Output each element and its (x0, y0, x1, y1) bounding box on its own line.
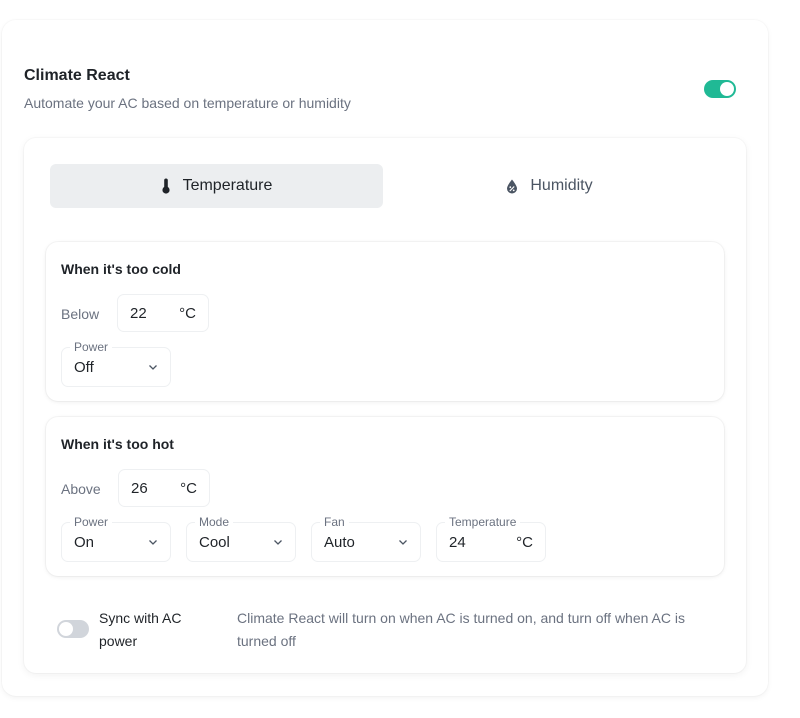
tab-humidity-label: Humidity (530, 177, 593, 194)
sync-description: Climate React will turn on when AC is tu… (237, 610, 685, 649)
too-hot-title: When it's too hot (61, 436, 174, 452)
tab-temperature[interactable]: Temperature (50, 164, 383, 208)
above-label: Above (61, 481, 101, 497)
too-cold-section: When it's too cold Below 22 °C Power Off (46, 242, 724, 401)
hot-temperature-input[interactable]: Temperature 24 °C (436, 515, 546, 562)
below-label: Below (61, 306, 100, 322)
hot-power-select[interactable]: Power On (61, 515, 171, 562)
unit-label: °C (516, 534, 533, 551)
power-value: Off (74, 359, 94, 376)
power-value: On (74, 534, 95, 551)
power-label: Power (70, 340, 113, 354)
toggle-knob (720, 82, 734, 96)
fan-value: Auto (324, 534, 355, 551)
unit-label: °C (180, 479, 197, 497)
settings-panel (24, 138, 746, 673)
temperature-value: 24 (449, 534, 466, 551)
hot-mode-select[interactable]: Mode Cool (186, 515, 296, 562)
below-temperature-input[interactable]: 22 °C (117, 294, 209, 332)
humidity-drop-icon (507, 179, 518, 193)
mode-value: Cool (199, 534, 230, 551)
unit-label: °C (179, 304, 196, 322)
chevron-down-icon (399, 540, 407, 545)
too-hot-section: When it's too hot Above 26 °C Power On M… (46, 417, 724, 576)
above-temperature-input[interactable]: 26 °C (118, 469, 210, 507)
sync-ac-power-toggle[interactable] (57, 620, 89, 638)
tab-humidity[interactable]: Humidity (383, 164, 716, 208)
fan-label: Fan (320, 515, 349, 529)
chevron-down-icon (149, 540, 157, 545)
chevron-down-icon (149, 365, 157, 370)
thermometer-icon (161, 178, 170, 194)
sync-label: Sync with AC power (99, 610, 182, 649)
temperature-label: Temperature (445, 515, 521, 529)
chevron-down-icon (274, 540, 282, 545)
hot-fan-select[interactable]: Fan Auto (311, 515, 421, 562)
climate-react-toggle[interactable] (704, 80, 736, 98)
mode-label: Mode (195, 515, 234, 529)
page-title: Climate React (24, 67, 130, 84)
below-temperature-value: 22 (130, 304, 147, 322)
tab-temperature-label: Temperature (182, 177, 273, 194)
page-subtitle: Automate your AC based on temperature or… (24, 95, 351, 111)
toggle-knob (59, 622, 73, 636)
cold-power-select[interactable]: Power Off (61, 340, 171, 387)
too-cold-title: When it's too cold (61, 261, 181, 277)
power-label: Power (70, 515, 113, 529)
above-temperature-value: 26 (131, 479, 148, 497)
